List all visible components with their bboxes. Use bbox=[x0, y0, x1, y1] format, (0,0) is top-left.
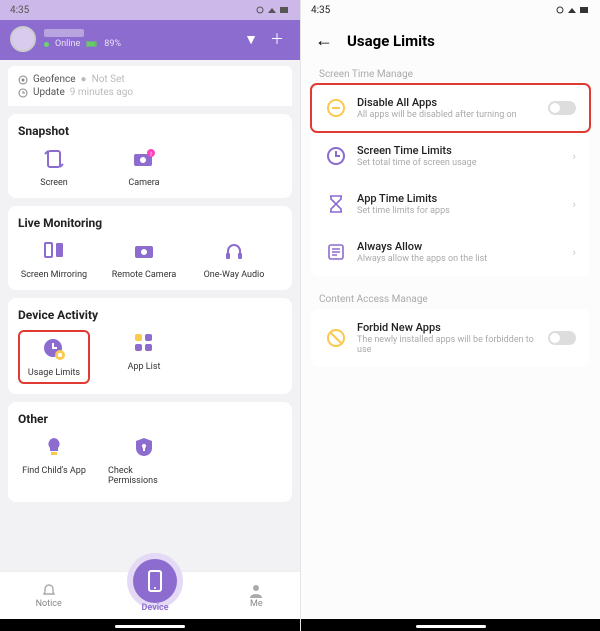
camera-icon: ! bbox=[131, 146, 157, 172]
stl-sub: Set total time of screen usage bbox=[357, 158, 562, 168]
aa-sub: Always allow the apps on the list bbox=[357, 254, 562, 264]
online-dot-icon bbox=[44, 42, 49, 47]
forbid-new-apps-row[interactable]: Forbid New Apps The newly installed apps… bbox=[311, 309, 590, 367]
title-bar: ← Usage Limits bbox=[301, 20, 600, 61]
forbid-icon bbox=[325, 327, 347, 349]
status-time-right: 4:35 bbox=[311, 5, 330, 16]
chevron-right-icon: › bbox=[572, 245, 576, 259]
disable-icon bbox=[325, 97, 347, 119]
profile-name bbox=[44, 29, 84, 37]
status-time: 4:35 bbox=[10, 5, 29, 16]
geofence-value: Not Set bbox=[92, 74, 125, 85]
left-phone: 4:35 Online 89% ▼ ＋ Geofence ● Not Set U… bbox=[0, 0, 300, 631]
geofence-label: Geofence bbox=[33, 74, 76, 85]
section-screen-time: Screen Time Manage bbox=[301, 61, 600, 84]
aa-title: Always Allow bbox=[357, 240, 562, 253]
stl-title: Screen Time Limits bbox=[357, 144, 562, 157]
bottom-nav: Notice Device Me bbox=[0, 571, 300, 619]
one-way-audio[interactable]: One-Way Audio bbox=[198, 238, 270, 280]
disable-sub: All apps will be disabled after turning … bbox=[357, 110, 538, 120]
mirror-icon bbox=[41, 238, 67, 264]
page-title: Usage Limits bbox=[347, 32, 435, 50]
chevron-right-icon: › bbox=[572, 197, 576, 211]
live-title: Live Monitoring bbox=[18, 216, 282, 230]
avatar[interactable] bbox=[10, 26, 36, 52]
back-button[interactable]: ← bbox=[315, 30, 333, 51]
fna-sub: The newly installed apps will be forbidd… bbox=[357, 335, 538, 355]
chevron-right-icon: › bbox=[572, 149, 576, 163]
lightbulb-icon bbox=[41, 434, 67, 460]
screen-icon bbox=[41, 146, 67, 172]
snapshot-title: Snapshot bbox=[18, 124, 282, 138]
geofence-icon bbox=[18, 75, 28, 85]
disable-all-apps-row[interactable]: Disable All Apps All apps will be disabl… bbox=[311, 84, 590, 132]
device-fab bbox=[133, 559, 177, 603]
activity-card: Device Activity Usage Limits App List bbox=[8, 298, 292, 394]
clock-icon bbox=[325, 145, 347, 167]
nav-device[interactable]: Device bbox=[133, 579, 177, 613]
section-content-access: Content Access Manage bbox=[301, 286, 600, 309]
battery-icon bbox=[86, 41, 98, 47]
online-label: Online bbox=[55, 39, 80, 49]
bell-icon bbox=[41, 583, 57, 599]
app-list[interactable]: App List bbox=[108, 330, 180, 384]
snapshot-card: Snapshot Screen ! Camera bbox=[8, 114, 292, 198]
update-value: 9 minutes ago bbox=[70, 87, 133, 98]
nav-me[interactable]: Me bbox=[248, 583, 264, 609]
profile-header: Online 89% ▼ ＋ bbox=[0, 20, 300, 60]
battery-pct: 89% bbox=[104, 39, 121, 49]
add-device-button[interactable]: ＋ bbox=[264, 29, 290, 49]
nav-notice[interactable]: Notice bbox=[36, 583, 62, 609]
update-label: Update bbox=[33, 87, 65, 98]
usage-limits[interactable]: Usage Limits bbox=[18, 330, 90, 384]
find-childs-app[interactable]: Find Child's App bbox=[18, 434, 90, 486]
shield-icon bbox=[131, 434, 157, 460]
person-icon bbox=[248, 583, 264, 599]
list-check-icon bbox=[325, 241, 347, 263]
hourglass-icon bbox=[325, 193, 347, 215]
fna-title: Forbid New Apps bbox=[357, 321, 538, 334]
atl-title: App Time Limits bbox=[357, 192, 562, 205]
remote-camera-icon bbox=[131, 238, 157, 264]
always-allow-row[interactable]: Always Allow Always allow the apps on th… bbox=[311, 228, 590, 276]
nav-bar-black-right bbox=[301, 619, 600, 631]
disable-title: Disable All Apps bbox=[357, 96, 538, 109]
snapshot-camera[interactable]: ! Camera bbox=[108, 146, 180, 188]
right-phone: 4:35 ← Usage Limits Screen Time Manage D… bbox=[300, 0, 600, 631]
status-bar-right: 4:35 bbox=[301, 0, 600, 20]
status-icons bbox=[256, 5, 290, 15]
remote-camera[interactable]: Remote Camera bbox=[108, 238, 180, 280]
screen-time-card: Disable All Apps All apps will be disabl… bbox=[311, 84, 590, 276]
home-indicator-right bbox=[416, 625, 486, 628]
usage-limits-icon bbox=[41, 336, 67, 362]
live-card: Live Monitoring Screen Mirroring Remote … bbox=[8, 206, 292, 290]
snapshot-screen[interactable]: Screen bbox=[18, 146, 90, 188]
disable-toggle[interactable] bbox=[548, 101, 576, 115]
screen-time-limits-row[interactable]: Screen Time Limits Set total time of scr… bbox=[311, 132, 590, 180]
clock-icon bbox=[18, 88, 28, 98]
dropdown-chevron-icon[interactable]: ▼ bbox=[238, 31, 264, 48]
check-permissions[interactable]: Check Permissions bbox=[108, 434, 180, 486]
app-list-icon bbox=[131, 330, 157, 356]
screen-mirroring[interactable]: Screen Mirroring bbox=[18, 238, 90, 280]
nav-bar-black bbox=[0, 619, 300, 631]
app-time-limits-row[interactable]: App Time Limits Set time limits for apps… bbox=[311, 180, 590, 228]
home-indicator bbox=[115, 625, 185, 628]
forbid-toggle[interactable] bbox=[548, 331, 576, 345]
other-title: Other bbox=[18, 412, 282, 426]
other-card: Other Find Child's App Check Permissions bbox=[8, 402, 292, 502]
status-bar: 4:35 bbox=[0, 0, 300, 20]
atl-sub: Set time limits for apps bbox=[357, 206, 562, 216]
device-info: Geofence ● Not Set Update 9 minutes ago bbox=[8, 66, 292, 106]
activity-title: Device Activity bbox=[18, 308, 282, 322]
headphones-icon bbox=[221, 238, 247, 264]
content-access-card: Forbid New Apps The newly installed apps… bbox=[311, 309, 590, 367]
status-icons-right bbox=[556, 5, 590, 15]
